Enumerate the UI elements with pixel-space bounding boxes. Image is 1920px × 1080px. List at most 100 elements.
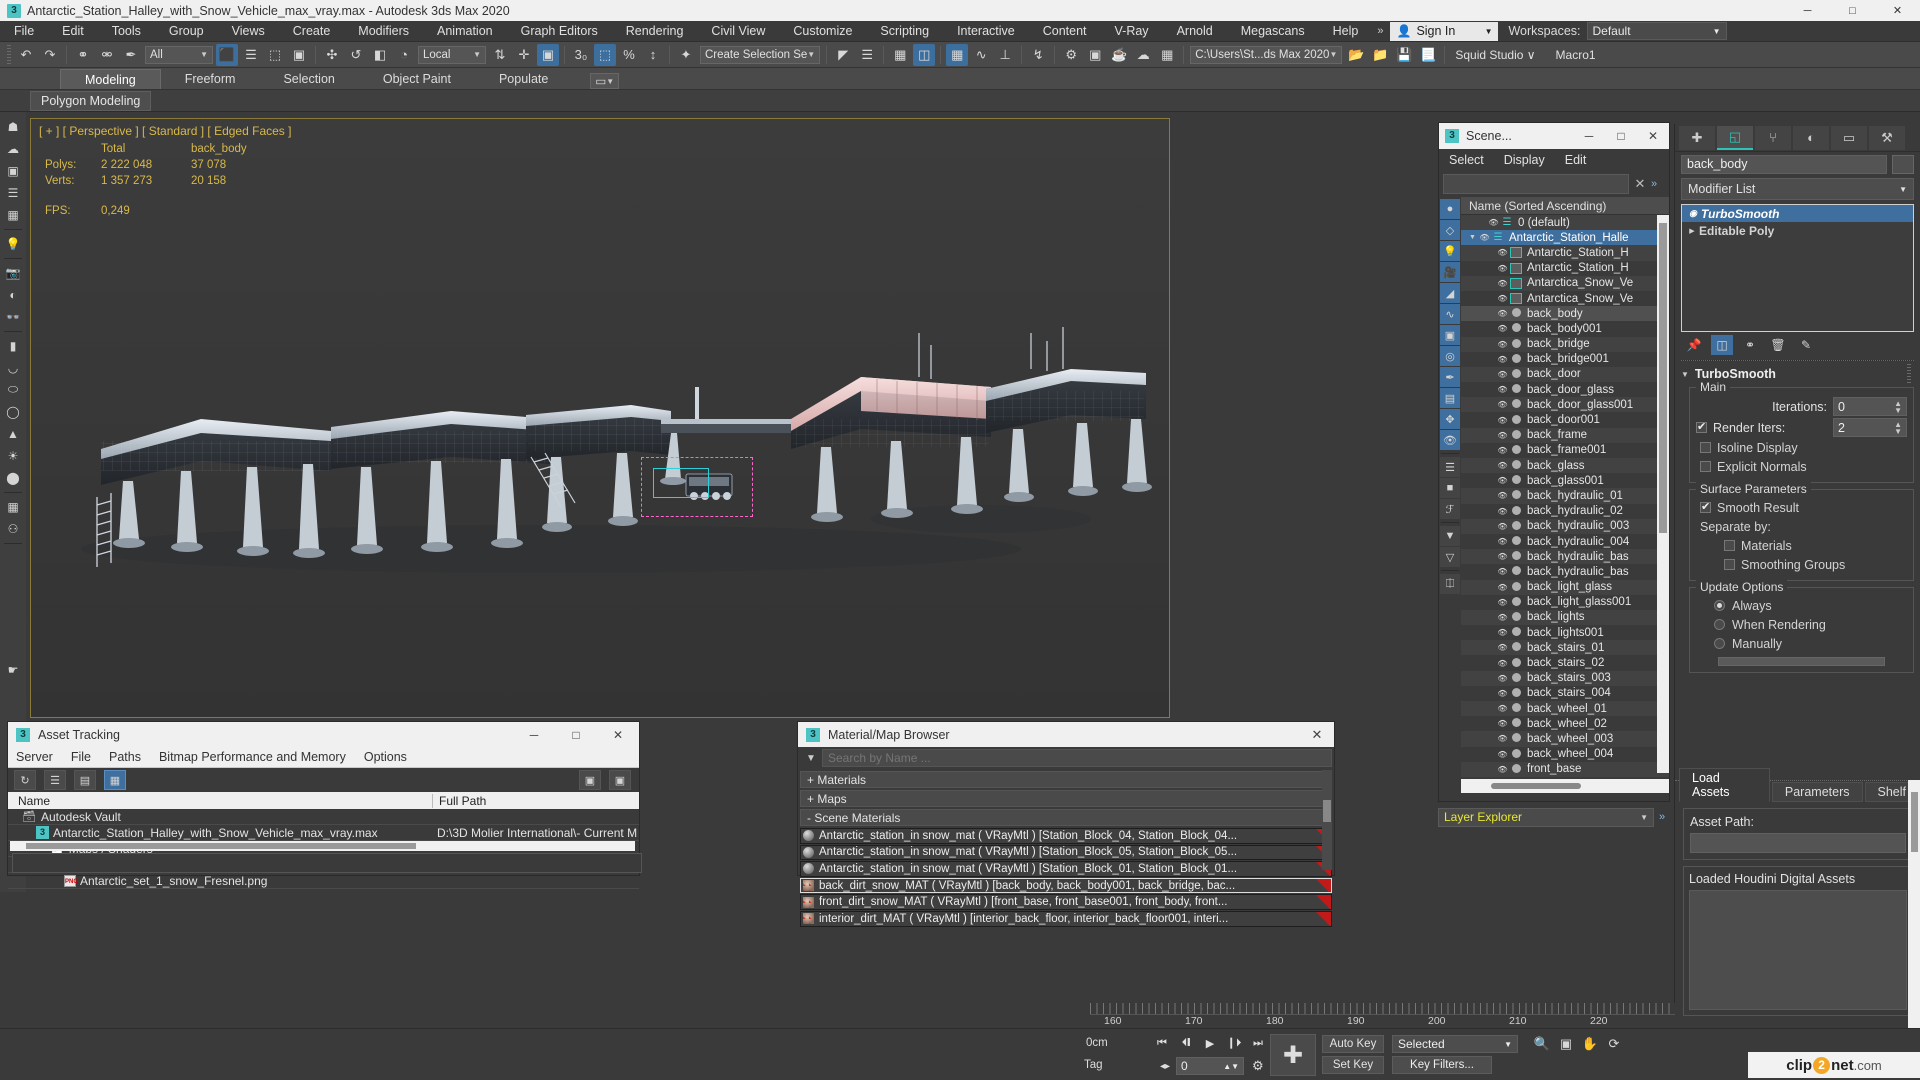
menu-item-scripting[interactable]: Scripting (866, 21, 943, 42)
menu-item-modifiers[interactable]: Modifiers (344, 21, 423, 42)
zoom-region-icon[interactable]: ▣ (1554, 1033, 1578, 1055)
update-manually-radio[interactable] (1714, 638, 1725, 649)
visibility-eye-icon[interactable]: 👁 (1496, 294, 1509, 303)
configure-modifier-sets-icon[interactable]: ✎ (1795, 335, 1817, 355)
material-row[interactable]: interior_dirt_MAT ( VRayMtl ) [interior_… (800, 910, 1332, 927)
menu-item-megascans[interactable]: Megascans (1227, 21, 1319, 42)
edit-named-selection-icon[interactable]: ✦ (675, 44, 697, 66)
visibility-eye-icon[interactable]: 👁 (1496, 689, 1509, 698)
scrollbar-thumb[interactable] (1911, 792, 1918, 852)
bones-filter-icon[interactable]: ✒ (1440, 367, 1460, 387)
visibility-eye-icon[interactable]: 👁 (1478, 233, 1491, 242)
project-settings-icon[interactable]: 📃 (1417, 44, 1439, 66)
light-bulb-icon[interactable]: 💡 (2, 233, 24, 254)
menu-item-civil-view[interactable]: Civil View (697, 21, 779, 42)
menu-overflow-icon[interactable]: » (1372, 25, 1388, 37)
save-project-icon[interactable]: 💾 (1393, 44, 1415, 66)
list-view-icon[interactable]: ☰ (44, 770, 66, 790)
play-animation-button[interactable]: ▶ (1198, 1033, 1222, 1053)
table-icon[interactable]: ▦ (2, 204, 24, 225)
scene-explorer-row[interactable]: 👁 back_hydraulic_bas (1461, 564, 1669, 580)
scene-explorer-row[interactable]: ▼ 👁 ☰ Antarctic_Station_Halle (1461, 230, 1669, 246)
toolbox-icon[interactable]: ⎅ (1440, 574, 1460, 594)
loaded-hda-listbox[interactable] (1689, 890, 1907, 1010)
asset-menu-options[interactable]: Options (364, 750, 407, 764)
scene-explorer-row[interactable]: 👁 back_bridge001 (1461, 351, 1669, 367)
spinner-arrows-icon[interactable]: ▲▼ (1894, 399, 1902, 414)
selection-filter-select[interactable]: All ▼ (145, 45, 213, 64)
visibility-eye-icon[interactable]: 👁 (1496, 674, 1509, 683)
asset-menu-server[interactable]: Server (16, 750, 53, 764)
asset-menu-paths[interactable]: Paths (109, 750, 141, 764)
workspaces-select[interactable]: Default ▼ (1586, 22, 1727, 40)
scene-explorer-row[interactable]: 👁 back_door (1461, 366, 1669, 383)
scene-explorer-row[interactable]: 👁 Antarctica_Snow_Ve (1461, 275, 1669, 291)
visibility-eye-icon[interactable]: 👁 (1496, 370, 1509, 379)
visibility-eye-icon[interactable]: 👁 (1496, 340, 1509, 349)
remove-modifier-icon[interactable]: 🗑 (1767, 335, 1789, 355)
visibility-eye-icon[interactable]: 👁 (1496, 522, 1509, 531)
maximize-button[interactable]: □ (1830, 0, 1875, 21)
explicit-normals-checkbox[interactable] (1700, 461, 1711, 472)
render-production-icon[interactable]: ☕ (1108, 44, 1130, 66)
teapot-icon[interactable]: ☗ (2, 116, 24, 137)
schematic-view-icon[interactable]: ∿ (970, 44, 992, 66)
scene-explorer-minimize-button[interactable]: ─ (1573, 123, 1605, 149)
smoothing-groups-row[interactable]: Smoothing Groups (1696, 555, 1907, 574)
visibility-eye-icon[interactable]: 👁 (1496, 613, 1509, 622)
scene-explorer-row[interactable]: 👁 back_light_glass (1461, 579, 1669, 595)
visibility-eye-icon[interactable]: 👁 (1496, 248, 1509, 257)
align-tools-icon[interactable]: ☰ (856, 44, 878, 66)
select-and-scale-icon[interactable]: ◧ (369, 44, 391, 66)
redo-icon[interactable]: ↷ (39, 44, 61, 66)
make-unique-icon[interactable]: ⚭ (1739, 335, 1761, 355)
asset-menu-bitmap-performance-and-memory[interactable]: Bitmap Performance and Memory (159, 750, 346, 764)
sun-icon[interactable]: ☀ (2, 445, 24, 466)
asset-close-button[interactable]: ✕ (597, 722, 639, 747)
render-iters-checkbox[interactable] (1696, 420, 1707, 433)
menu-item-file[interactable]: File (0, 21, 48, 42)
scene-materials-list[interactable]: Antarctic_station_in snow_mat ( VRayMtl … (800, 828, 1332, 927)
menu-item-views[interactable]: Views (218, 21, 279, 42)
scene-explorer-row[interactable]: 👁 back_door001 (1461, 412, 1669, 428)
filter-simple-icon[interactable]: ▽ (1440, 547, 1460, 567)
scene-explorer-row[interactable]: 👁 back_body (1461, 306, 1669, 322)
scene-explorer-row[interactable]: 👁 back_frame (1461, 427, 1669, 443)
list-icon[interactable]: ☰ (2, 182, 24, 203)
time-configuration-icon[interactable]: ⚙ (1252, 1058, 1264, 1074)
grid-pattern-icon[interactable]: ▦ (2, 496, 24, 517)
menu-item-group[interactable]: Group (155, 21, 218, 42)
ellipse-material-icon[interactable]: ⬭ (2, 379, 24, 400)
update-always-radio[interactable] (1714, 600, 1725, 611)
scene-explorer-row[interactable]: 👁 back_hydraulic_004 (1461, 533, 1669, 550)
update-when-rendering-radio[interactable] (1714, 619, 1725, 630)
viewport-3d-scene[interactable] (31, 119, 1170, 718)
previous-frame-button[interactable]: ⏴❙ (1174, 1033, 1198, 1053)
close-button[interactable]: ✕ (1875, 0, 1920, 21)
maps-section-header[interactable]: + Maps (800, 790, 1332, 807)
smooth-result-checkbox[interactable] (1700, 500, 1711, 513)
glasses-icon[interactable]: 👓 (2, 306, 24, 327)
scene-explorer-column-header[interactable]: Name (Sorted Ascending) (1461, 197, 1669, 215)
visibility-eye-icon[interactable]: 👁 (1496, 734, 1509, 743)
menu-item-interactive[interactable]: Interactive (943, 21, 1029, 42)
visibility-eye-icon[interactable]: 👁 (1496, 659, 1509, 668)
scene-explorer-row[interactable]: 👁 back_hydraulic_bas (1461, 549, 1669, 565)
cameras-filter-icon[interactable]: 🎥 (1440, 262, 1460, 282)
scene-explorer-close-button[interactable]: ✕ (1637, 123, 1669, 149)
plane-material-icon[interactable]: ▮ (2, 335, 24, 356)
window-crossing-icon[interactable]: ▣ (288, 44, 310, 66)
pin-stack-icon[interactable]: 📌 (1683, 335, 1705, 355)
menu-item-help[interactable]: Help (1319, 21, 1373, 42)
asset-path-field[interactable] (1690, 833, 1906, 853)
helpers-filter-icon[interactable]: ◢ (1440, 283, 1460, 303)
visibility-eye-icon[interactable]: 👁 (1496, 431, 1509, 440)
align-icon[interactable]: ✛ (513, 44, 535, 66)
modifier-stack-item-editable-poly[interactable]: ▶ Editable Poly (1682, 222, 1913, 239)
visibility-eye-icon[interactable]: 👁 (1496, 476, 1509, 485)
visibility-eye-icon[interactable]: 👁 (1496, 750, 1509, 759)
modifier-eye-icon[interactable]: ◉ (1685, 208, 1701, 219)
reference-coordinate-select[interactable]: Local ▼ (418, 45, 486, 64)
houdini-tab-parameters[interactable]: Parameters (1771, 782, 1863, 802)
modifier-list-select[interactable]: Modifier List ▼ (1681, 178, 1914, 200)
